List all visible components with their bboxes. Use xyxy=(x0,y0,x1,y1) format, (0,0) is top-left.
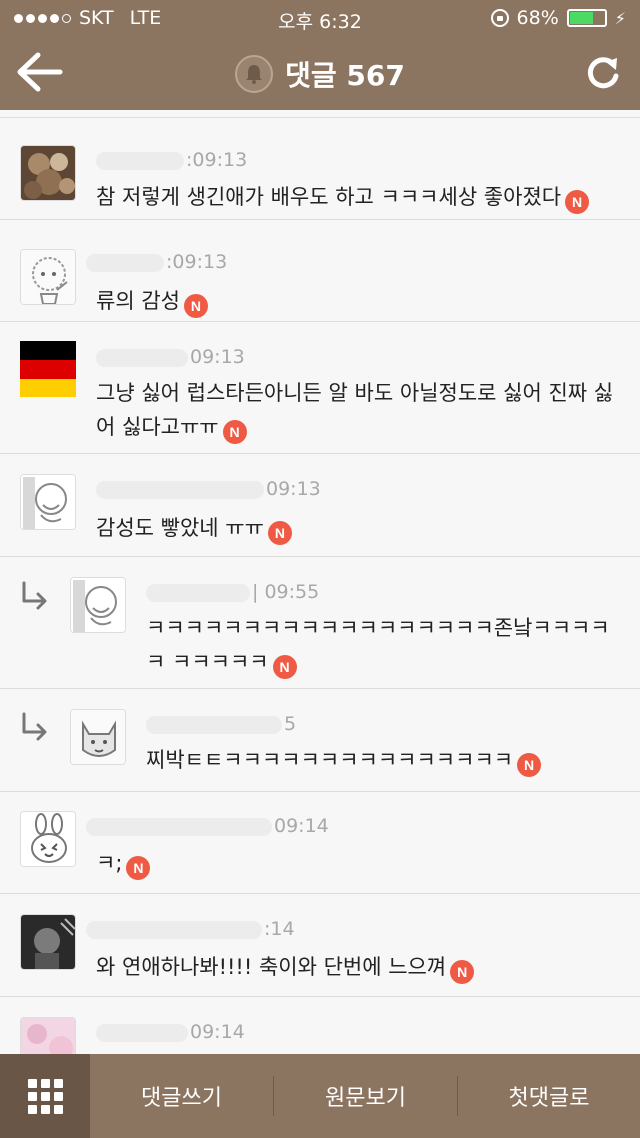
comment-item[interactable]: 09:14 ㅋ; N xyxy=(0,792,640,894)
blurred-username xyxy=(86,253,164,272)
comment-item[interactable]: :09:13 류의 감성 N xyxy=(0,220,640,322)
charging-icon: ⚡ xyxy=(614,8,626,28)
avatar[interactable] xyxy=(20,145,76,201)
comment-item[interactable]: 5 찌박ㅌㅌㅋㅋㅋㅋㅋㅋㅋㅋㅋㅋㅋㅋㅋㅋㅋ N xyxy=(0,689,640,792)
reply-arrow-icon xyxy=(22,712,47,741)
avatar[interactable] xyxy=(20,811,76,867)
comment-time: :09:13 xyxy=(166,251,228,273)
new-badge: N xyxy=(272,655,297,679)
avatar[interactable] xyxy=(70,709,126,765)
comment-item[interactable]: :09:13 참 저렇게 생긴애가 배우도 하고 ㅋㅋㅋ세상 좋아졌다 N xyxy=(0,118,640,220)
avatar[interactable] xyxy=(20,474,76,530)
new-badge: N xyxy=(517,753,542,777)
battery-icon xyxy=(566,9,607,27)
comment-time: 09:14 xyxy=(190,1021,245,1043)
blurred-username xyxy=(96,151,184,170)
blurred-username xyxy=(146,715,282,734)
comment-text: ㅋㅋㅋㅋㅋㅋㅋㅋㅋㅋㅋㅋㅋㅋㅋㅋㅋㅋ존낰ㅋㅋㅋㅋㅋ ㅋㅋㅋㅋㅋ xyxy=(146,616,610,674)
blurred-username xyxy=(96,1023,188,1042)
new-badge: N xyxy=(183,294,208,318)
comment-text: 그냥 싫어 럽스타든아니든 알 바도 아닐정도로 싫어 진짜 싫어 싫다고ㅠㅠ xyxy=(96,381,614,439)
refresh-icon xyxy=(587,57,619,89)
blurred-username xyxy=(86,920,262,939)
comment-text: 참 저렇게 생긴애가 배우도 하고 ㅋㅋㅋ세상 좋아졌다 xyxy=(96,185,562,209)
comment-text: ㅋ; xyxy=(96,851,123,875)
grid-menu-icon xyxy=(27,1078,63,1114)
notification-bell-button[interactable] xyxy=(235,55,274,93)
avatar[interactable] xyxy=(70,577,126,633)
comment-item[interactable]: 09:13 감성도 빻았네 ㅠㅠ N xyxy=(0,454,640,557)
comment-time: 09:13 xyxy=(190,346,245,368)
view-original-button[interactable]: 원문보기 xyxy=(274,1054,457,1138)
menu-button[interactable] xyxy=(0,1054,90,1138)
comment-text: 감성도 빻았네 ㅠㅠ xyxy=(96,516,264,540)
comment-list[interactable]: :09:13 참 저렇게 생긴애가 배우도 하고 ㅋㅋㅋ세상 좋아졌다 N :09… xyxy=(0,110,640,1054)
bell-icon xyxy=(246,65,263,84)
comment-time: | 09:55 xyxy=(252,581,320,603)
page-title: 댓글 567 xyxy=(285,59,405,92)
comment-item[interactable]: 09:14 xyxy=(0,997,640,1054)
nav-bar: 댓글 567 xyxy=(0,36,640,110)
blurred-username xyxy=(96,480,264,499)
reply-arrow-icon xyxy=(22,581,47,610)
new-badge: N xyxy=(450,960,475,984)
avatar[interactable] xyxy=(20,914,76,970)
top-bar: SKT LTE 오후 6:32 68% ⚡ 댓글 567 xyxy=(0,0,640,110)
bottom-bar: 댓글쓰기 원문보기 첫댓글로 xyxy=(0,1054,640,1138)
refresh-button[interactable] xyxy=(580,50,626,94)
comment-time: :09:13 xyxy=(186,149,248,171)
new-badge: N xyxy=(267,521,292,545)
comment-time: 09:14 xyxy=(274,815,329,837)
avatar[interactable] xyxy=(20,1017,76,1054)
comment-time: 5 xyxy=(284,713,297,735)
comment-item[interactable]: :14 와 연애하나봐!!!! 축이와 단번에 느으껴 N xyxy=(0,894,640,997)
rotation-lock-icon xyxy=(490,9,509,27)
first-comment-button[interactable]: 첫댓글로 xyxy=(458,1054,640,1138)
new-badge: N xyxy=(222,420,247,444)
blurred-username xyxy=(146,583,250,602)
comment-text: 찌박ㅌㅌㅋㅋㅋㅋㅋㅋㅋㅋㅋㅋㅋㅋㅋㅋㅋ xyxy=(146,748,514,772)
battery-percent: 68% xyxy=(516,7,559,29)
comment-time: :14 xyxy=(264,918,295,940)
status-bar: SKT LTE 오후 6:32 68% ⚡ xyxy=(0,0,640,36)
comment-time: 09:13 xyxy=(266,478,321,500)
write-comment-button[interactable]: 댓글쓰기 xyxy=(90,1054,273,1138)
blurred-username xyxy=(86,817,272,836)
comment-item[interactable]: 09:13 그냥 싫어 럽스타든아니든 알 바도 아닐정도로 싫어 진짜 싫어 … xyxy=(0,322,640,454)
avatar[interactable] xyxy=(20,249,76,305)
new-badge: N xyxy=(126,856,151,880)
avatar[interactable] xyxy=(20,341,76,397)
comment-text: 류의 감성 xyxy=(96,289,180,313)
new-badge: N xyxy=(565,190,590,214)
comment-text: 와 연애하나봐!!!! 축이와 단번에 느으껴 xyxy=(96,955,447,979)
comment-item[interactable]: | 09:55 ㅋㅋㅋㅋㅋㅋㅋㅋㅋㅋㅋㅋㅋㅋㅋㅋㅋㅋ존낰ㅋㅋㅋㅋㅋ ㅋㅋㅋㅋㅋ N xyxy=(0,557,640,689)
blurred-username xyxy=(96,348,188,367)
